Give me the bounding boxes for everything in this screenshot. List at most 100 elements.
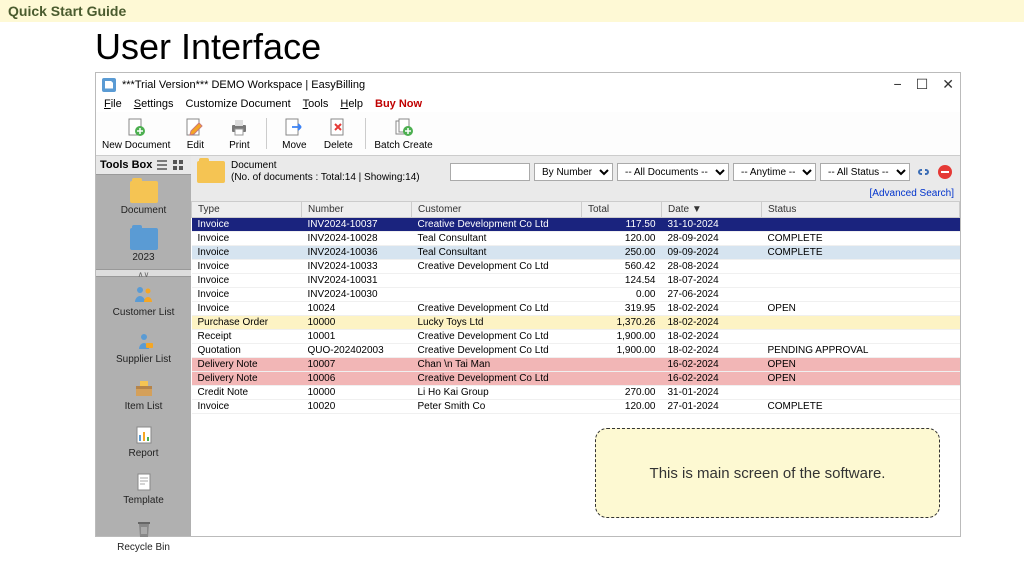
col-customer[interactable]: Customer [412,202,582,218]
batch-create-button[interactable]: Batch Create [374,116,432,151]
menu-settings[interactable]: Settings [134,98,174,110]
advanced-search-link[interactable]: [Advanced Search] [191,188,960,201]
new-document-button[interactable]: New Document [102,116,170,151]
clear-icon[interactable] [936,163,954,181]
pencil-icon [184,116,206,138]
sidebar-title: Tools Box [100,159,152,171]
menubar: File Settings Customize Document Tools H… [96,96,960,112]
menu-tools[interactable]: Tools [303,98,329,110]
move-icon [283,116,305,138]
plus-doc-icon [125,116,147,138]
table-row[interactable]: InvoiceINV2024-100300.0027-06-2024 [192,288,960,302]
sidebar-label: Item List [125,401,163,412]
table-row[interactable]: Purchase Order10000Lucky Toys Ltd1,370.2… [192,316,960,330]
print-label: Print [229,140,250,151]
sidebar-item-customer-list[interactable]: Customer List [96,277,191,324]
folder-icon [197,161,225,183]
menu-help[interactable]: Help [340,98,363,110]
link-icon[interactable] [914,163,932,181]
toolbar: New Document Edit Print Move Delete Batc… [96,112,960,156]
table-row[interactable]: Invoice10024Creative Development Co Ltd3… [192,302,960,316]
doc-title: Document [231,160,420,172]
sidebar-icon [130,283,158,305]
sidebar: Tools Box Document 2023 ∧∨ Customer List S… [96,156,191,536]
sidebar-label: Supplier List [116,354,171,365]
sidebar-folder[interactable]: Document [96,175,191,222]
printer-icon [228,116,250,138]
table-row[interactable]: Credit Note10000Li Ho Kai Group270.0031-… [192,386,960,400]
window-title: ***Trial Version*** DEMO Workspace | Eas… [122,79,365,91]
sidebar-icon [130,424,158,446]
filter-bar: By Number -- All Documents -- -- Anytime… [450,163,954,181]
document-header: Document (No. of documents : Total:14 | … [191,156,960,188]
sidebar-label: Document [121,205,167,216]
sidebar-label: Report [128,448,158,459]
toolbar-separator-2 [365,118,366,149]
col-type[interactable]: Type [192,202,302,218]
callout-box: This is main screen of the software. [595,428,940,518]
batch-icon [393,116,415,138]
status-select[interactable]: -- All Status -- [820,163,910,181]
page-heading: User Interface [0,22,1024,72]
sidebar-header: Tools Box [96,156,191,175]
list-icon[interactable] [156,159,168,171]
grid-icon[interactable] [172,159,184,171]
minimize-button[interactable]: − [894,76,902,93]
doctype-select[interactable]: -- All Documents -- [617,163,729,181]
table-row[interactable]: Invoice10020Peter Smith Co120.0027-01-20… [192,400,960,414]
maximize-button[interactable]: ☐ [916,76,929,93]
titlebar: ***Trial Version*** DEMO Workspace | Eas… [96,73,960,96]
table-row[interactable]: Delivery Note10006Creative Development C… [192,372,960,386]
sidebar-item-recycle-bin[interactable]: Recycle Bin [96,512,191,559]
table-row[interactable]: InvoiceINV2024-10036Teal Consultant250.0… [192,246,960,260]
col-number[interactable]: Number [302,202,412,218]
doc-count: (No. of documents : Total:14 | Showing:1… [231,172,420,184]
col-date[interactable]: Date ▼ [662,202,762,218]
sidebar-icon [130,471,158,493]
sidebar-label: Recycle Bin [117,542,170,553]
move-label: Move [282,140,306,151]
banner: Quick Start Guide [0,0,1024,22]
close-button[interactable]: ✕ [942,76,954,93]
sidebar-folder[interactable]: 2023 [96,222,191,269]
menu-customize[interactable]: Customize Document [186,98,291,110]
sidebar-label: Customer List [113,307,175,318]
sidebar-label: 2023 [132,252,154,263]
table-row[interactable]: InvoiceINV2024-10037Creative Development… [192,218,960,232]
sidebar-item-report[interactable]: Report [96,418,191,465]
search-by-select[interactable]: By Number [534,163,613,181]
edit-label: Edit [187,140,204,151]
table-row[interactable]: InvoiceINV2024-10031124.5418-07-2024 [192,274,960,288]
menu-file[interactable]: File [104,98,122,110]
sidebar-icon [130,377,158,399]
table-row[interactable]: Delivery Note10007Chan \n Tai Man16-02-2… [192,358,960,372]
search-input[interactable] [450,163,530,181]
menu-buy-now[interactable]: Buy Now [375,98,422,110]
delete-button[interactable]: Delete [319,116,357,151]
sidebar-item-template[interactable]: Template [96,465,191,512]
delete-label: Delete [324,140,353,151]
new-document-label: New Document [102,140,170,151]
folder-icon [130,181,158,203]
sidebar-icon [130,330,158,352]
move-button[interactable]: Move [275,116,313,151]
table-row[interactable]: Receipt10001Creative Development Co Ltd1… [192,330,960,344]
batch-label: Batch Create [374,140,432,151]
app-window: ***Trial Version*** DEMO Workspace | Eas… [95,72,961,537]
delete-icon [327,116,349,138]
edit-button[interactable]: Edit [176,116,214,151]
col-total[interactable]: Total [582,202,662,218]
print-button[interactable]: Print [220,116,258,151]
app-icon [102,78,116,92]
sidebar-divider[interactable]: ∧∨ [96,269,191,277]
table-row[interactable]: QuotationQUO-202402003Creative Developme… [192,344,960,358]
sidebar-item-item-list[interactable]: Item List [96,371,191,418]
folder-icon [130,228,158,250]
col-status[interactable]: Status [762,202,960,218]
table-row[interactable]: InvoiceINV2024-10028Teal Consultant120.0… [192,232,960,246]
table-row[interactable]: InvoiceINV2024-10033Creative Development… [192,260,960,274]
sidebar-label: Template [123,495,164,506]
time-select[interactable]: -- Anytime -- [733,163,816,181]
sidebar-item-supplier-list[interactable]: Supplier List [96,324,191,371]
sidebar-icon [130,518,158,540]
